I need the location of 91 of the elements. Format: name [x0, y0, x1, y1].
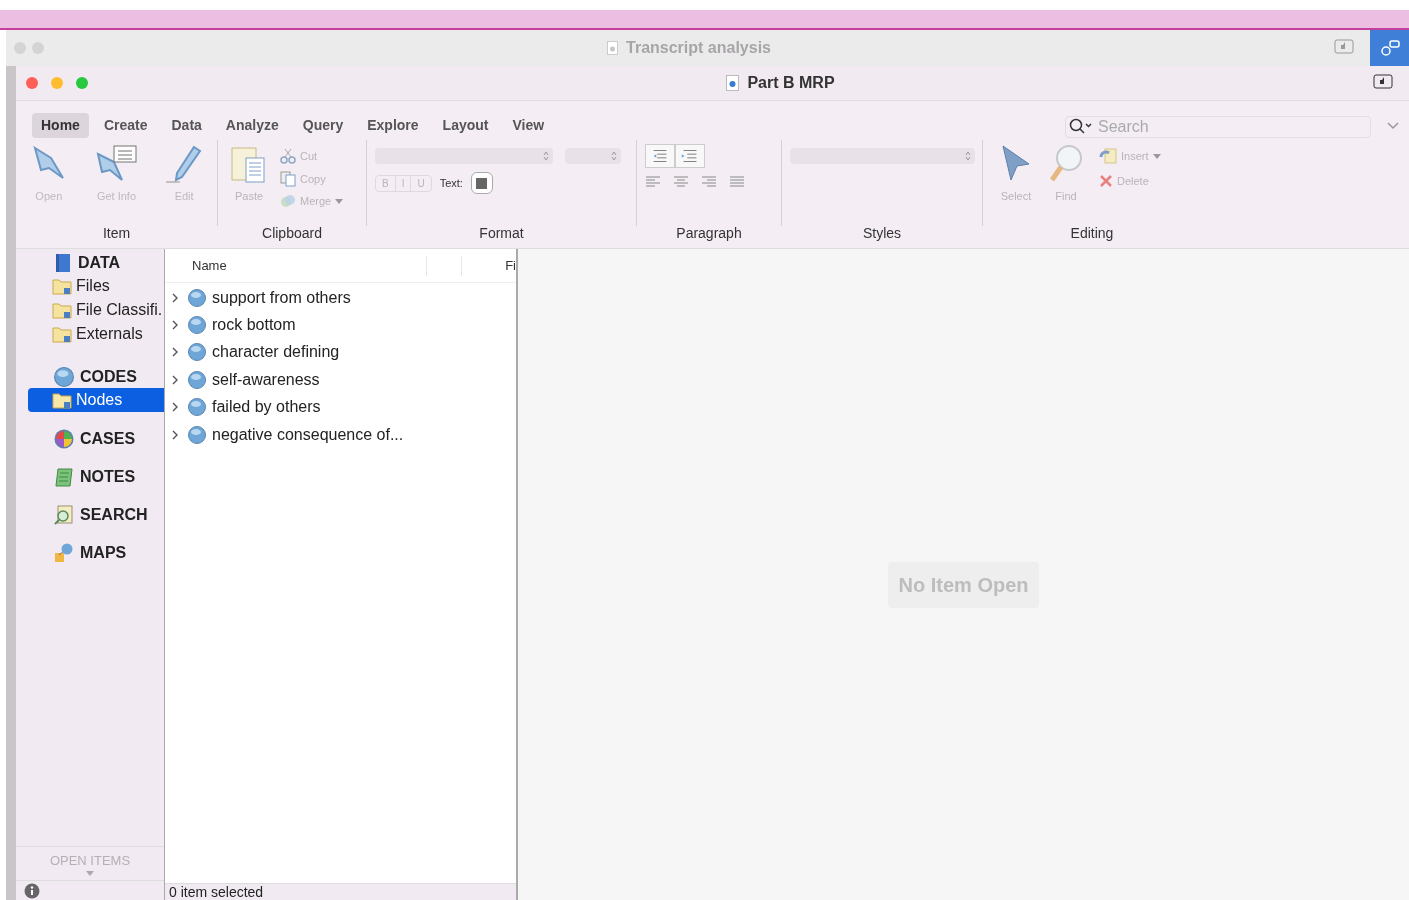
dropdown-caret-icon [1152, 153, 1161, 159]
ribbon-tab[interactable]: Explore [358, 113, 428, 138]
sidebar-section[interactable]: MAPS [80, 541, 127, 565]
search-field[interactable]: Search [1065, 115, 1371, 138]
column-header[interactable]: Name [165, 255, 426, 276]
sidebar-section[interactable]: SEARCH [80, 503, 148, 527]
search-icon [1049, 144, 1083, 184]
info-icon[interactable] [24, 882, 40, 899]
ribbon-tab[interactable]: Analyze [216, 113, 288, 138]
sidebar-section[interactable]: CASES [80, 427, 136, 451]
dropdown-caret-icon [335, 198, 344, 204]
chevron-down-icon [1387, 121, 1399, 130]
node-name[interactable]: character defining [212, 340, 340, 365]
text-color-label: Text: [439, 175, 463, 191]
group-label: Editing [1070, 224, 1114, 243]
disclosure-chevron[interactable] [171, 374, 179, 385]
merge-icon [280, 193, 296, 210]
folder-icon [52, 277, 72, 295]
node-name[interactable]: self-awareness [212, 367, 320, 392]
document-icon [607, 41, 618, 55]
folder-icon [52, 391, 72, 409]
ribbon-tab[interactable]: Create [94, 113, 157, 138]
disclosure-chevron[interactable] [171, 429, 179, 440]
disclosure-chevron[interactable] [171, 347, 179, 358]
indent-icon [645, 144, 675, 168]
node-icon [188, 398, 206, 417]
sidebar-section[interactable]: CODES [80, 365, 137, 389]
stepper-icon [543, 151, 549, 161]
sidebar-item[interactable]: Externals [28, 322, 164, 346]
node-icon [188, 316, 206, 335]
caret-icon [86, 870, 94, 876]
justify-icon [729, 176, 745, 188]
node-name[interactable]: rock bottom [212, 313, 296, 338]
sidebar-section[interactable]: DATA [78, 251, 121, 275]
ribbon-tab[interactable]: Data [162, 113, 211, 138]
window-control [32, 42, 44, 54]
group-label: Clipboard [262, 224, 322, 243]
copy-icon [280, 170, 296, 187]
status-text: 0 item selected [169, 882, 264, 900]
insert-icon [1099, 148, 1117, 165]
folder-icon [52, 325, 72, 343]
node-icon [188, 370, 206, 389]
disclosure-chevron[interactable] [171, 292, 179, 303]
window-title: Transcript analysis [626, 38, 771, 58]
feedback-icon [1334, 39, 1354, 57]
cases-icon [54, 429, 74, 449]
align-right-icon [701, 176, 717, 188]
node-icon [188, 288, 206, 307]
notepad-icon [54, 467, 74, 487]
column-header[interactable]: Fi [505, 255, 516, 276]
group-label: Styles [862, 224, 902, 243]
node-name[interactable]: negative consequence of... [212, 422, 404, 447]
sidebar-section[interactable]: NOTES [80, 465, 136, 489]
close-icon [1099, 173, 1113, 188]
sidebar-item[interactable]: Files [28, 274, 164, 298]
ribbon-tab[interactable]: Home [32, 113, 89, 138]
disclosure-chevron[interactable] [171, 402, 179, 413]
group-label: Item [102, 224, 131, 243]
node-icon [54, 367, 74, 387]
magnifier-icon [54, 505, 74, 525]
align-center-icon [673, 176, 689, 188]
ribbon-tab[interactable]: Layout [433, 113, 498, 138]
group-label: Paragraph [676, 224, 742, 243]
search-icon [1069, 117, 1093, 134]
share-button[interactable] [1370, 30, 1409, 66]
info-card-icon [94, 144, 139, 184]
link-icon [1379, 39, 1400, 57]
indent-icon [675, 144, 705, 168]
node-icon [188, 425, 206, 444]
node-name[interactable]: support from others [212, 285, 351, 310]
sidebar-item[interactable]: File Classifi. [28, 298, 164, 322]
scissors-icon [280, 148, 296, 165]
color-swatch[interactable] [470, 172, 493, 194]
group-label: Format [479, 224, 524, 243]
feedback-icon [1373, 74, 1393, 92]
node-name[interactable]: failed by others [212, 395, 321, 420]
window-title: Part B MRP [747, 73, 835, 93]
sidebar-item[interactable]: Nodes [28, 388, 164, 412]
stepper-icon [965, 151, 971, 161]
ribbon-tab[interactable]: Query [293, 113, 353, 138]
folder-icon [52, 301, 72, 319]
document-icon [54, 253, 72, 273]
window-control [14, 42, 26, 54]
disclosure-chevron[interactable] [171, 320, 179, 331]
map-icon [54, 543, 74, 563]
stepper-icon [611, 151, 617, 161]
clipboard-icon [230, 144, 268, 184]
document-icon [726, 75, 740, 91]
align-left-icon [645, 176, 661, 188]
node-icon [188, 343, 206, 362]
ribbon-tab[interactable]: View [503, 113, 554, 138]
